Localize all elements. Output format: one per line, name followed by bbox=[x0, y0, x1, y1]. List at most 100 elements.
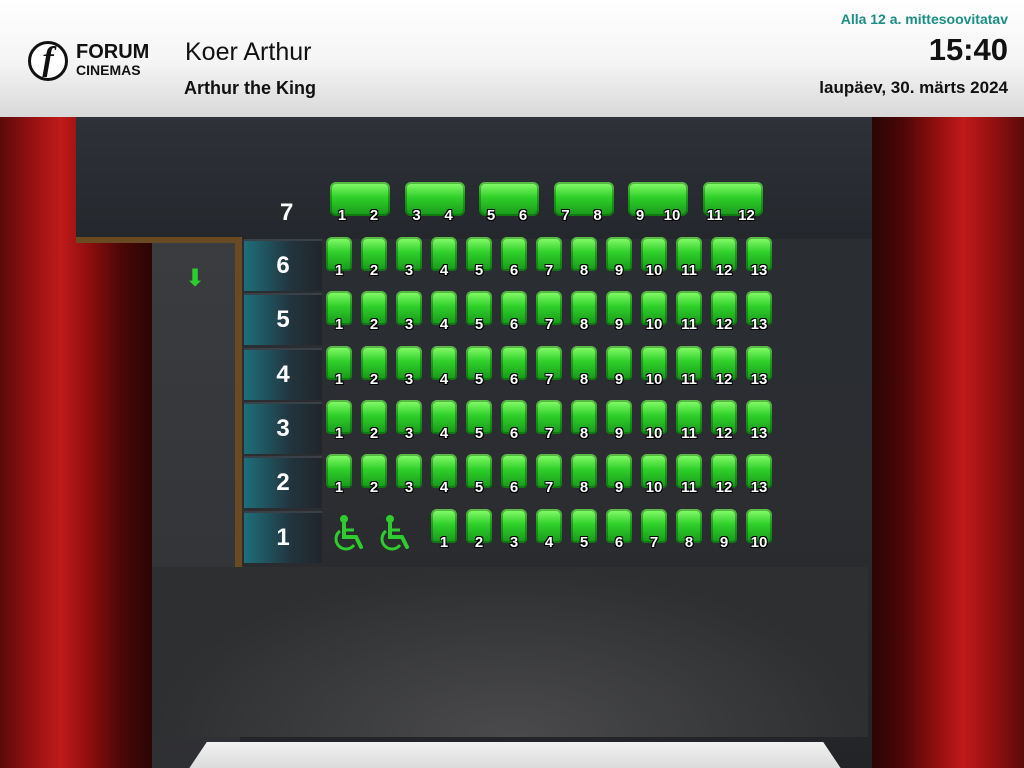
seat[interactable]: 12 bbox=[710, 291, 738, 335]
seat[interactable]: 7 bbox=[535, 400, 563, 444]
seat[interactable]: 11 bbox=[675, 237, 703, 281]
seat[interactable]: 9 bbox=[710, 509, 738, 553]
seat-number: 12 bbox=[715, 262, 733, 279]
seat[interactable]: 2 bbox=[360, 291, 388, 335]
seat[interactable]: 2 bbox=[360, 346, 388, 390]
love-seat-pair[interactable]: 56 bbox=[479, 182, 541, 226]
seat[interactable]: 4 bbox=[430, 291, 458, 335]
seat[interactable]: 4 bbox=[430, 237, 458, 281]
seat[interactable]: 1 bbox=[325, 454, 353, 498]
seat[interactable]: 1 bbox=[325, 400, 353, 444]
seat[interactable]: 13 bbox=[745, 237, 773, 281]
seat[interactable]: 4 bbox=[535, 509, 563, 553]
seat[interactable]: 13 bbox=[745, 400, 773, 444]
seat[interactable]: 9 bbox=[605, 454, 633, 498]
seat[interactable]: 7 bbox=[640, 509, 668, 553]
seat[interactable]: 1 bbox=[325, 237, 353, 281]
seat[interactable]: 10 bbox=[640, 346, 668, 390]
seat-number: 1 bbox=[334, 479, 344, 496]
seat-number: 1 bbox=[334, 262, 344, 279]
seat[interactable]: 6 bbox=[500, 454, 528, 498]
seat[interactable]: 9 bbox=[605, 291, 633, 335]
seat[interactable]: 12 bbox=[710, 237, 738, 281]
seat[interactable]: 2 bbox=[360, 400, 388, 444]
seat[interactable]: 5 bbox=[570, 509, 598, 553]
seat[interactable]: 8 bbox=[570, 400, 598, 444]
seat[interactable]: 3 bbox=[395, 237, 423, 281]
seat[interactable]: 7 bbox=[535, 454, 563, 498]
seat[interactable]: 4 bbox=[430, 346, 458, 390]
seat[interactable]: 10 bbox=[640, 237, 668, 281]
seat[interactable]: 6 bbox=[500, 400, 528, 444]
seat[interactable]: 12 bbox=[710, 454, 738, 498]
seat-number: 3 bbox=[404, 479, 414, 496]
seat[interactable]: 10 bbox=[640, 291, 668, 335]
seat[interactable]: 1 bbox=[325, 291, 353, 335]
seat[interactable]: 8 bbox=[570, 237, 598, 281]
love-seat-pair[interactable]: 9 10 bbox=[628, 182, 690, 226]
love-seat-pair[interactable]: 12 bbox=[330, 182, 392, 226]
seat[interactable]: 8 bbox=[570, 454, 598, 498]
seat[interactable]: 7 bbox=[535, 237, 563, 281]
seat[interactable]: 2 bbox=[360, 237, 388, 281]
seat[interactable]: 9 bbox=[605, 400, 633, 444]
seat-number: 7 bbox=[544, 316, 554, 333]
seat[interactable]: 3 bbox=[395, 454, 423, 498]
aisle-rail bbox=[235, 237, 242, 567]
seat[interactable]: 3 bbox=[395, 400, 423, 444]
seat-number: 7 bbox=[544, 371, 554, 388]
seat[interactable]: 5 bbox=[465, 291, 493, 335]
seat[interactable]: 12 bbox=[710, 400, 738, 444]
seat-number: 12 bbox=[715, 316, 733, 333]
seat[interactable]: 11 bbox=[675, 400, 703, 444]
seat[interactable]: 8 bbox=[570, 291, 598, 335]
seat[interactable]: 5 bbox=[465, 454, 493, 498]
seat[interactable]: 2 bbox=[465, 509, 493, 553]
row-label-7: 7 bbox=[280, 199, 294, 226]
love-seat-pair[interactable]: 34 bbox=[404, 182, 467, 226]
seat[interactable]: 5 bbox=[465, 346, 493, 390]
seat[interactable]: 10 bbox=[640, 454, 668, 498]
seat[interactable]: 6 bbox=[500, 291, 528, 335]
seat[interactable]: 10 bbox=[640, 400, 668, 444]
cinema-screen bbox=[180, 742, 850, 768]
seat[interactable]: 4 bbox=[430, 454, 458, 498]
seat-number: 9 bbox=[614, 371, 624, 388]
seat[interactable]: 13 bbox=[745, 291, 773, 335]
seat-number: 4 bbox=[439, 262, 449, 279]
seat-number: 3 bbox=[404, 425, 414, 442]
seat[interactable]: 11 bbox=[675, 346, 703, 390]
seat-number: 9 bbox=[614, 425, 624, 442]
seat[interactable]: 2 bbox=[360, 454, 388, 498]
seat[interactable]: 5 bbox=[465, 400, 493, 444]
seat[interactable]: 9 bbox=[605, 346, 633, 390]
seat[interactable]: 13 bbox=[745, 346, 773, 390]
seat[interactable]: 5 bbox=[465, 237, 493, 281]
love-seat-pair[interactable]: 11 12 bbox=[702, 182, 765, 226]
seat[interactable]: 7 bbox=[535, 291, 563, 335]
seat-number: 2 bbox=[369, 479, 379, 496]
seat[interactable]: 11 bbox=[675, 454, 703, 498]
seat[interactable]: 8 bbox=[675, 509, 703, 553]
seat[interactable]: 6 bbox=[500, 346, 528, 390]
seat[interactable]: 8 bbox=[570, 346, 598, 390]
seat[interactable]: 6 bbox=[605, 509, 633, 553]
seat[interactable]: 3 bbox=[500, 509, 528, 553]
seat[interactable]: 1 bbox=[430, 509, 458, 553]
seat[interactable]: 12 bbox=[710, 346, 738, 390]
love-seat-pair[interactable]: 78 bbox=[553, 182, 616, 226]
seat-number: 8 bbox=[579, 262, 589, 279]
seat[interactable]: 11 bbox=[675, 291, 703, 335]
seat[interactable]: 6 bbox=[500, 237, 528, 281]
seat[interactable]: 13 bbox=[745, 454, 773, 498]
row-label-2: 2 bbox=[244, 456, 322, 508]
seat[interactable]: 10 bbox=[745, 509, 773, 553]
seat[interactable]: 9 bbox=[605, 237, 633, 281]
seat[interactable]: 3 bbox=[395, 291, 423, 335]
seat[interactable]: 7 bbox=[535, 346, 563, 390]
wheelchair-space-icon[interactable] bbox=[376, 513, 416, 553]
seat[interactable]: 4 bbox=[430, 400, 458, 444]
seat[interactable]: 3 bbox=[395, 346, 423, 390]
wheelchair-space-icon[interactable] bbox=[330, 513, 370, 553]
seat[interactable]: 1 bbox=[325, 346, 353, 390]
